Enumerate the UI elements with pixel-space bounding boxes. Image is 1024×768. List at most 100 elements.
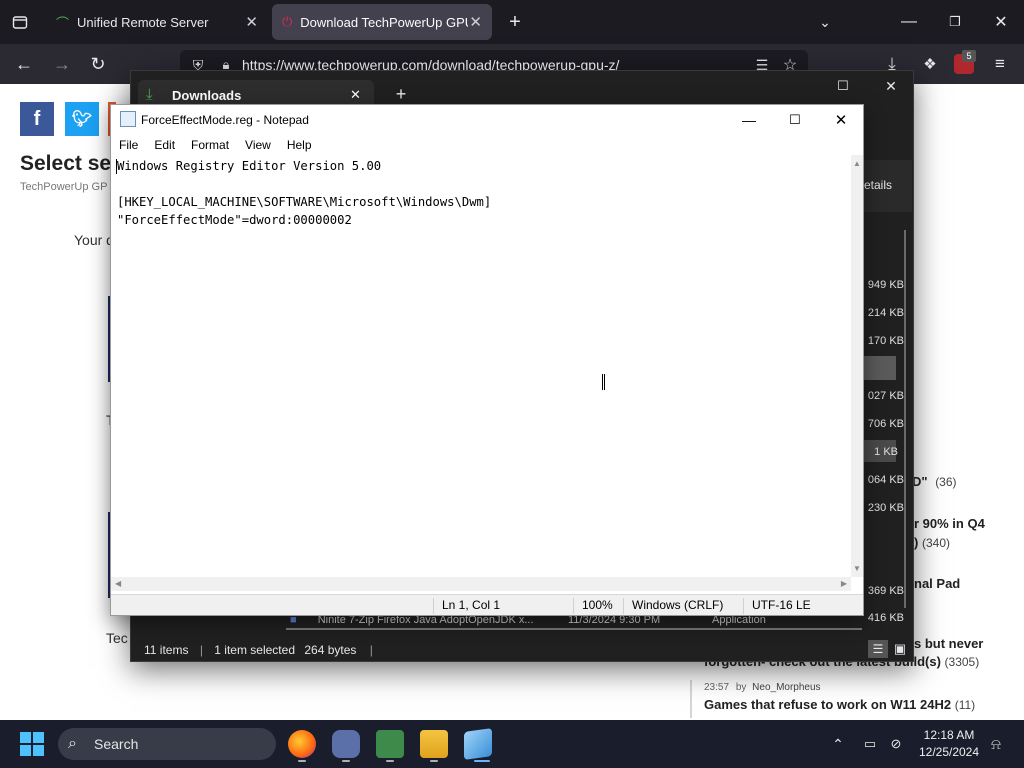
ibeam-cursor-icon (602, 374, 605, 390)
firefox-taskbar-icon[interactable] (288, 730, 316, 758)
thread-title[interactable]: nal Pad (914, 576, 960, 591)
clock-date[interactable]: 12/25/2024 (916, 745, 982, 759)
running-indicator (386, 760, 394, 762)
tab-unified-remote[interactable]: ⌒ Unified Remote Server ✕ (46, 4, 268, 40)
reload-icon[interactable]: ↻ (86, 52, 110, 76)
selected-row-highlight (864, 356, 896, 380)
menu-format[interactable]: Format (191, 138, 229, 152)
scroll-left-icon[interactable]: ◀ (115, 579, 121, 588)
thread-user[interactable]: Neo_Morpheus (752, 682, 820, 693)
forward-arrow-icon[interactable]: → (50, 52, 74, 76)
scroll-down-icon[interactable]: ▼ (853, 564, 861, 573)
godot-taskbar-icon[interactable] (332, 730, 360, 758)
notepad-icon (120, 111, 136, 127)
text-caret (116, 159, 117, 174)
cursor-position: Ln 1, Col 1 (433, 598, 500, 614)
thread-count: (340) (921, 536, 950, 550)
running-indicator (342, 760, 350, 762)
maximize-button[interactable]: ☐ (832, 76, 854, 96)
thread-count: (36) (935, 475, 957, 489)
taskbar-search-box[interactable]: Search (58, 728, 276, 760)
back-arrow-icon[interactable]: ← (12, 52, 36, 76)
notepad-menu-bar: File Edit Format View Help (111, 135, 863, 155)
file-size: 064 KB (867, 474, 904, 486)
menu-hamburger-icon[interactable]: ≡ (988, 52, 1012, 76)
scrollbar[interactable] (904, 230, 906, 608)
thread-title[interactable]: s but never (914, 636, 983, 651)
close-window-button[interactable]: ✕ (880, 76, 902, 96)
close-icon[interactable]: ✕ (469, 13, 482, 31)
notepad-taskbar-icon[interactable] (464, 728, 492, 760)
text-line: Windows Registry Editor Version 5.00 (117, 159, 382, 173)
volume-muted-icon[interactable]: ⊘ (886, 734, 906, 754)
thread-title[interactable]: r 90% in Q4 (914, 516, 985, 531)
search-placeholder: Search (94, 736, 139, 752)
new-tab-button[interactable]: + (392, 84, 410, 104)
minimize-button[interactable]: — (898, 10, 920, 34)
twitter-share-button[interactable]: 🐦︎ (65, 102, 99, 136)
scroll-right-icon[interactable]: ▶ (841, 579, 847, 588)
text-line (117, 175, 851, 193)
clock-time[interactable]: 12:18 AM (916, 728, 982, 742)
thread-title: Games that refuse to work on W11 24H2 (704, 697, 952, 712)
notepad-text-area[interactable]: Windows Registry Editor Version 5.00 [HKE… (111, 155, 851, 577)
active-indicator (474, 760, 490, 762)
thread-count: (3305) (944, 655, 980, 669)
window-title: ForceEffectMode.reg - Notepad (141, 113, 309, 127)
facebook-share-button[interactable]: f (20, 102, 54, 136)
thread-meta: 23:57 by Neo_Morpheus (704, 682, 821, 693)
file-explorer-taskbar-icon[interactable] (420, 730, 448, 758)
notepad-status-bar: Ln 1, Col 1 100% Windows (CRLF) UTF-16 L… (111, 594, 863, 615)
line-ending: Windows (CRLF) (623, 598, 723, 614)
network-icon[interactable]: ▭ (860, 734, 880, 754)
downloads-tab-label: Downloads (172, 87, 242, 103)
menu-view[interactable]: View (245, 138, 271, 152)
new-tab-button[interactable]: + (504, 10, 526, 34)
extension-badge: 5 (962, 50, 976, 62)
separator: | (199, 643, 203, 657)
restore-button[interactable]: ❐ (944, 10, 966, 34)
menu-file[interactable]: File (119, 138, 138, 152)
gpu-z-taskbar-icon[interactable] (376, 730, 404, 758)
close-window-button[interactable]: ✕ (990, 10, 1012, 34)
maximize-button[interactable]: ☐ (784, 110, 806, 130)
minimize-button[interactable]: — (738, 110, 760, 130)
windows-start-icon[interactable] (20, 732, 44, 756)
running-indicator (298, 760, 306, 762)
power-icon: ⏻ (282, 14, 293, 29)
tab-techpowerup[interactable]: ⏻ Download TechPowerUp GPU-Z ✕ (272, 4, 492, 40)
close-icon[interactable]: ✕ (245, 13, 258, 31)
menu-help[interactable]: Help (287, 138, 312, 152)
chevron-up-icon[interactable]: ⌃ (828, 734, 848, 754)
close-icon[interactable]: ✕ (350, 87, 361, 103)
explorer-status-bar: 11 items | 1 item selected 264 bytes | (144, 643, 373, 657)
divider (690, 680, 692, 718)
extensions-puzzle-icon[interactable]: ❖ (918, 52, 942, 76)
horizontal-scrollbar[interactable]: ◀ ▶ (111, 577, 851, 591)
details-button-label[interactable]: etails (864, 178, 892, 192)
chevron-down-icon[interactable]: ⌄ (814, 10, 836, 34)
tab-label: Unified Remote Server (77, 14, 209, 30)
text-line: "ForceEffectMode"=dword:00000002 (117, 213, 352, 227)
details-view-icon[interactable]: ☰ (868, 640, 888, 658)
close-window-button[interactable]: ✕ (830, 110, 852, 130)
thread-count: (11) (954, 698, 976, 712)
text-line: [HKEY_LOCAL_MACHINE\SOFTWARE\Microsoft\W… (117, 195, 492, 209)
encoding: UTF-16 LE (743, 598, 811, 614)
notification-bell-icon[interactable]: ⍾ (986, 734, 1006, 754)
file-size: 949 KB (867, 279, 904, 291)
thread-by: by (735, 682, 747, 693)
tab-overview-icon[interactable] (8, 10, 32, 34)
tab-label: Download TechPowerUp GPU-Z (300, 14, 469, 30)
menu-edit[interactable]: Edit (154, 138, 175, 152)
scroll-up-icon[interactable]: ▲ (853, 159, 861, 168)
vertical-scrollbar[interactable]: ▲ ▼ (851, 155, 863, 577)
separator: | (369, 643, 373, 657)
forum-thread-link[interactable]: D" (36) (912, 474, 957, 489)
thread-time: 23:57 (704, 682, 730, 693)
forum-thread-link[interactable]: Games that refuse to work on W11 24H2 (1… (704, 697, 975, 712)
tiles-view-icon[interactable]: ▣ (890, 640, 910, 658)
signal-icon: ⌒ (56, 15, 70, 31)
forum-thread-link[interactable]: ) (340) (914, 535, 950, 550)
h-scrollbar[interactable] (286, 628, 862, 630)
